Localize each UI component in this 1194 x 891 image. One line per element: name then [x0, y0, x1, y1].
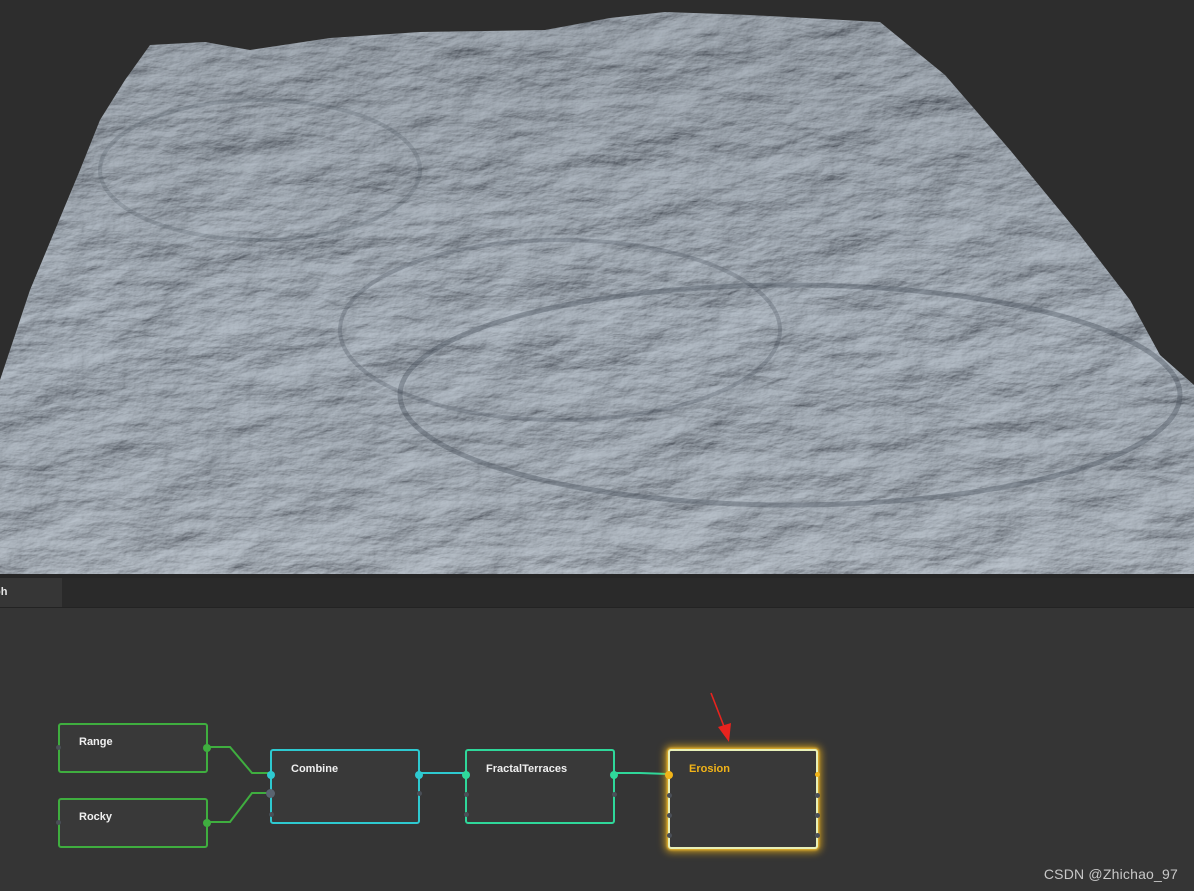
annotation-arrow-icon — [710, 692, 731, 742]
watermark: CSDN @Zhichao_97 — [1043, 866, 1178, 882]
graph-tab-bar: ph — [0, 578, 1194, 608]
tab-graph-label: ph — [0, 586, 8, 598]
tab-graph[interactable]: ph — [0, 578, 62, 607]
node-graph-canvas[interactable]: Range Rocky Combine FractalTerraces Eros… — [0, 608, 1194, 891]
terrain-viewport[interactable] — [0, 0, 1194, 576]
terrain-render — [0, 12, 1194, 576]
